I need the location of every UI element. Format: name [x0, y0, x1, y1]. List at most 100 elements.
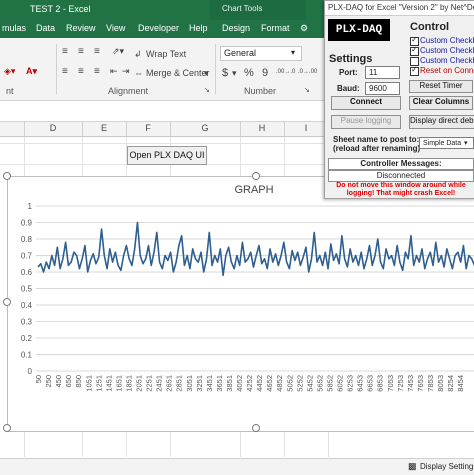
chart-title: GRAPH [234, 184, 273, 196]
align-bottom-icon[interactable]: ≡ [94, 46, 100, 57]
align-right-icon[interactable]: ≡ [94, 66, 100, 77]
x-tick-label: 2451 [155, 375, 164, 392]
number-format-value: General [224, 48, 257, 58]
settings-gear-icon[interactable]: ⚙ [300, 23, 308, 34]
tab-format[interactable]: Format [261, 23, 290, 33]
chart-resize-handle[interactable] [252, 172, 260, 180]
number-group-label: Number [244, 86, 277, 96]
port-input[interactable]: 11 [365, 66, 400, 79]
align-top-icon[interactable]: ≡ [62, 46, 68, 57]
x-tick-label: 3451 [205, 375, 214, 392]
align-center-icon[interactable]: ≡ [78, 66, 84, 77]
x-tick-label: 5052 [285, 375, 294, 392]
x-tick-label: 2851 [175, 375, 184, 392]
settings-heading: Settings [329, 53, 373, 65]
x-axis-ticks: 50 250 450 650 850 1051 1251 1451 1651 1851 2051 22… [34, 375, 465, 392]
reset-on-connect-checkbox[interactable]: ✓ [410, 65, 419, 76]
increase-decimal-button[interactable]: .00→.0 [276, 69, 295, 75]
merge-dropdown-icon[interactable]: ▾ [204, 68, 209, 79]
tab-review[interactable]: Review [66, 23, 96, 33]
column-header-e[interactable]: E [82, 123, 126, 133]
column-header-g[interactable]: G [170, 123, 240, 133]
custom-checkbox-1-label: Custom Checkbox [420, 36, 474, 45]
tab-view[interactable]: View [106, 23, 125, 33]
baud-label: Baud: [337, 84, 360, 93]
chart-resize-handle[interactable] [3, 298, 11, 306]
x-tick-label: 5852 [325, 375, 334, 392]
tab-data[interactable]: Data [36, 23, 55, 33]
percent-button[interactable]: % [244, 67, 254, 79]
increase-indent-icon[interactable]: ⇥ [122, 66, 130, 77]
x-tick-label: 6253 [346, 375, 355, 392]
chevron-down-icon: ▾ [291, 48, 296, 57]
x-tick-label: 450 [54, 375, 63, 388]
chart-resize-handle[interactable] [252, 424, 260, 432]
pause-logging-button[interactable]: Pause logging [331, 115, 401, 129]
currency-dropdown-icon[interactable]: ▾ [232, 68, 237, 79]
tab-design[interactable]: Design [222, 23, 250, 33]
x-tick-label: 2651 [165, 375, 174, 392]
y-tick-label: 0.4 [21, 301, 33, 310]
orientation-icon[interactable]: ⇗▾ [112, 46, 124, 57]
line-chart[interactable]: GRAPH 0 0.1 0.2 0.3 0.4 0.5 0.6 0.7 0.8 0.9 1 50 25… [7, 176, 474, 432]
number-launcher-icon[interactable]: ↘ [304, 86, 310, 94]
comma-button[interactable]: 9 [262, 67, 268, 79]
reset-timer-button[interactable]: Reset Timer [409, 80, 473, 93]
column-header-i[interactable]: I [284, 123, 328, 133]
fill-color-icon[interactable]: ◈▾ [4, 66, 15, 77]
decrease-decimal-button[interactable]: .0→.00 [298, 69, 317, 75]
font-color-icon[interactable]: A▾ [26, 66, 37, 77]
currency-button[interactable]: $ [222, 67, 228, 79]
ribbon-separator [56, 44, 57, 94]
tab-developer[interactable]: Developer [138, 23, 179, 33]
merge-center-button[interactable]: Merge & Center [146, 68, 210, 78]
x-tick-label: 4052 [235, 375, 244, 392]
x-tick-label: 6453 [356, 375, 365, 392]
x-tick-label: 7853 [426, 375, 435, 392]
chevron-down-icon: ▾ [464, 140, 468, 147]
column-header-d[interactable]: D [24, 123, 82, 133]
tab-help[interactable]: Help [189, 23, 208, 33]
connect-button[interactable]: Connect [331, 96, 401, 110]
reset-on-connect-label: Reset on Connect [420, 66, 474, 75]
column-header-h[interactable]: H [240, 123, 284, 133]
display-direct-debug-button[interactable]: Display direct debug [409, 115, 474, 129]
x-tick-label: 8053 [436, 375, 445, 392]
display-settings-button[interactable]: Display Settings [420, 462, 474, 471]
y-tick-label: 0.8 [21, 235, 33, 244]
sheet-name-value: Simple Data [423, 140, 462, 147]
y-tick-label: 0.2 [21, 334, 33, 343]
clear-columns-button[interactable]: Clear Columns [409, 96, 473, 110]
series-group [37, 221, 474, 277]
wrap-text-icon[interactable]: ↲ [134, 49, 142, 60]
plx-daq-logo: PLX-DAQ [328, 19, 390, 41]
custom-checkbox-2[interactable]: ✓ [410, 45, 419, 56]
open-plx-daq-ui-button[interactable]: Open PLX DAQ UI [127, 146, 207, 165]
align-left-icon[interactable]: ≡ [62, 66, 68, 77]
y-tick-label: 0.3 [21, 318, 33, 327]
x-tick-label: 4652 [265, 375, 274, 392]
display-settings-icon[interactable]: ▩ [408, 461, 417, 472]
decrease-indent-icon[interactable]: ⇤ [110, 66, 118, 77]
merge-center-icon[interactable]: ⇔ [134, 68, 143, 78]
chart-resize-handle[interactable] [3, 172, 11, 180]
logging-warning: Do not move this window around while log… [336, 182, 466, 197]
wrap-text-button[interactable]: Wrap Text [146, 49, 186, 59]
tab-formulas[interactable]: mulas [2, 23, 26, 33]
x-tick-label: 5652 [315, 375, 324, 392]
sheet-name-label: Sheet name to post to: [333, 135, 420, 144]
number-format-select[interactable]: General ▾ [220, 46, 302, 61]
baud-input[interactable]: 9600 [365, 82, 400, 95]
x-tick-label: 1451 [104, 375, 113, 392]
plx-title-bar[interactable]: PLX-DAQ for Excel "Version 2" by Net^Dev… [325, 1, 474, 16]
y-tick-label: 1 [28, 202, 33, 211]
chart-resize-handle[interactable] [3, 424, 11, 432]
x-tick-label: 3051 [185, 375, 194, 392]
align-middle-icon[interactable]: ≡ [78, 46, 84, 57]
column-header-f[interactable]: F [126, 123, 170, 133]
sheet-name-select[interactable]: Simple Data ▾ [419, 137, 474, 149]
ribbon-separator [215, 44, 216, 94]
x-tick-label: 6853 [376, 375, 385, 392]
x-tick-label: 1651 [114, 375, 123, 392]
alignment-launcher-icon[interactable]: ↘ [204, 86, 210, 94]
